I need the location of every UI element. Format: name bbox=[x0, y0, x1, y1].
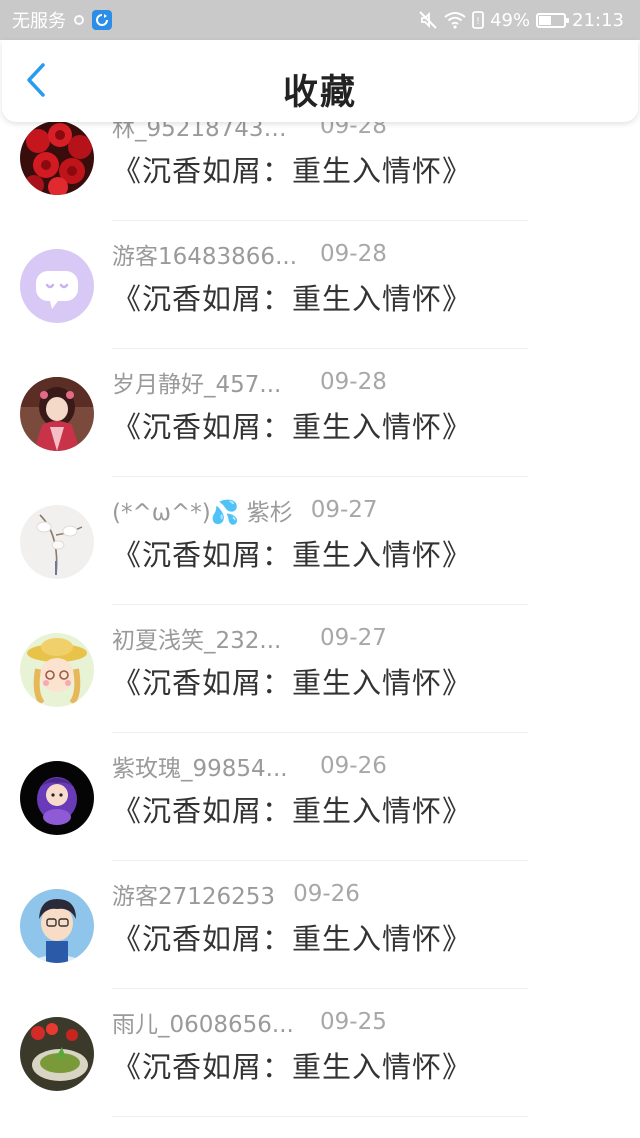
list-item[interactable]: 游客27126253 09-26 《沉香如屑：重生入情怀》 bbox=[0, 876, 640, 1004]
book-title[interactable]: 《沉香如屑：重生入情怀》 bbox=[112, 916, 472, 958]
avatar bbox=[20, 505, 94, 579]
item-meta: 紫玫瑰_99854... 09-26 bbox=[112, 748, 387, 784]
list-item[interactable]: 紫玫瑰_99854... 09-26 《沉香如屑：重生入情怀》 bbox=[0, 748, 640, 876]
date: 09-26 bbox=[320, 753, 387, 779]
avatar bbox=[20, 122, 94, 195]
white-flower-avatar bbox=[20, 505, 94, 579]
username: 游客27126253 bbox=[112, 884, 276, 910]
red-roses-avatar bbox=[20, 122, 94, 195]
favorites-list: 林_952187435... 09-28 《沉香如屑：重生入情怀》 游客1648… bbox=[0, 122, 640, 1138]
list-item[interactable]: 岁月静好_457... 09-28 《沉香如屑：重生入情怀》 bbox=[0, 364, 640, 492]
battery-percent: 49% bbox=[490, 9, 531, 31]
title-bar: 收藏 bbox=[2, 40, 638, 122]
list-item[interactable]: 雨儿_0608656... 09-25 《沉香如屑：重生入情怀》 bbox=[0, 1004, 640, 1132]
username: (*^ω^*)💦 紫杉 bbox=[112, 500, 293, 526]
book-title[interactable]: 《沉香如屑：重生入情怀》 bbox=[112, 532, 472, 574]
divider bbox=[112, 604, 528, 605]
status-bar: 无服务 ! 49% 21:13 bbox=[0, 0, 640, 40]
wifi-icon bbox=[444, 12, 466, 29]
purple-chat-bubble-avatar bbox=[20, 249, 94, 323]
divider bbox=[112, 732, 528, 733]
divider bbox=[112, 1116, 528, 1117]
book-title[interactable]: 《沉香如屑：重生入情怀》 bbox=[112, 404, 472, 446]
item-meta: 林_952187435... 09-28 bbox=[112, 122, 387, 144]
list-item[interactable]: 林_952187435... 09-28 《沉香如屑：重生入情怀》 bbox=[0, 122, 640, 236]
username: 岁月静好_457... bbox=[112, 372, 282, 398]
avatar bbox=[20, 761, 94, 835]
avatar bbox=[20, 889, 94, 963]
status-right: ! 49% 21:13 bbox=[418, 8, 624, 32]
book-title[interactable]: 《沉香如屑：重生入情怀》 bbox=[112, 1044, 472, 1086]
kimono-girl-avatar bbox=[20, 377, 94, 451]
divider bbox=[112, 348, 528, 349]
list-item[interactable]: 初夏浅笑_232... 09-27 《沉香如屑：重生入情怀》 bbox=[0, 620, 640, 748]
item-meta: 岁月静好_457... 09-28 bbox=[112, 364, 387, 400]
username: 紫玫瑰_99854... bbox=[112, 756, 288, 782]
app-notification-icon bbox=[92, 10, 112, 30]
divider bbox=[112, 220, 528, 221]
purple-cartoon-avatar bbox=[20, 761, 94, 835]
list-item[interactable]: 游客16483866... 09-28 《沉香如屑：重生入情怀》 bbox=[0, 236, 640, 364]
item-meta: 游客16483866... 09-28 bbox=[112, 236, 387, 272]
hat-girl-avatar bbox=[20, 633, 94, 707]
divider bbox=[112, 860, 528, 861]
status-left: 无服务 bbox=[12, 8, 112, 32]
username: 初夏浅笑_232... bbox=[112, 628, 282, 654]
username: 游客16483866... bbox=[112, 244, 297, 270]
page-title: 收藏 bbox=[282, 73, 357, 113]
divider bbox=[112, 988, 528, 989]
battery-icon bbox=[536, 12, 570, 28]
date: 09-27 bbox=[320, 625, 387, 651]
date: 09-26 bbox=[293, 881, 360, 907]
food-plate-avatar bbox=[20, 1017, 94, 1091]
divider bbox=[112, 476, 528, 477]
anime-boy-avatar bbox=[20, 889, 94, 963]
clock: 21:13 bbox=[572, 9, 624, 31]
book-title[interactable]: 《沉香如屑：重生入情怀》 bbox=[112, 660, 472, 702]
date: 09-28 bbox=[320, 122, 387, 139]
date: 09-28 bbox=[320, 241, 387, 267]
book-title[interactable]: 《沉香如屑：重生入情怀》 bbox=[112, 788, 472, 830]
date: 09-25 bbox=[320, 1009, 387, 1035]
date: 09-28 bbox=[320, 369, 387, 395]
item-meta: 雨儿_0608656... 09-25 bbox=[112, 1004, 387, 1040]
username: 雨儿_0608656... bbox=[112, 1012, 294, 1038]
mute-icon bbox=[419, 11, 437, 29]
sim-icon bbox=[74, 15, 84, 25]
signal-icon: ! bbox=[472, 11, 485, 29]
date: 09-27 bbox=[310, 497, 378, 523]
username: 林_952187435... bbox=[112, 122, 300, 142]
item-meta: 初夏浅笑_232... 09-27 bbox=[112, 620, 387, 656]
list-item[interactable]: (*^ω^*)💦 紫杉 09-27 《沉香如屑：重生入情怀》 bbox=[0, 492, 640, 620]
item-meta: 游客27126253 09-26 bbox=[112, 876, 360, 912]
avatar bbox=[20, 249, 94, 323]
book-title[interactable]: 《沉香如屑：重生入情怀》 bbox=[112, 148, 472, 190]
avatar bbox=[20, 1017, 94, 1091]
item-meta: (*^ω^*)💦 紫杉 09-27 bbox=[112, 492, 378, 528]
avatar bbox=[20, 633, 94, 707]
carrier-text: 无服务 bbox=[12, 11, 66, 32]
avatar bbox=[20, 377, 94, 451]
book-title[interactable]: 《沉香如屑：重生入情怀》 bbox=[112, 276, 472, 318]
svg-text:!: ! bbox=[477, 16, 480, 27]
